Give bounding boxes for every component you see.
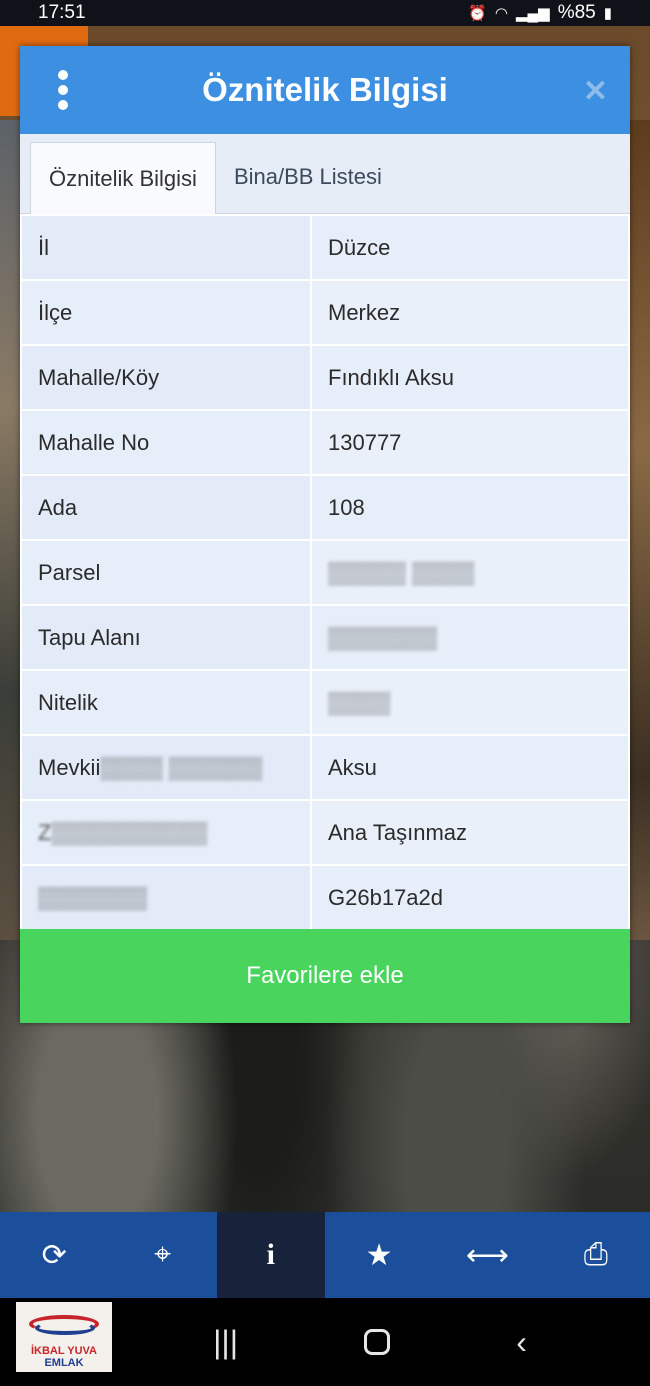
back-icon[interactable]: ‹ <box>516 1324 527 1361</box>
row-value: Düzce <box>310 214 630 281</box>
row-value: 130777 <box>310 409 630 476</box>
row-value: Ana Taşınmaz <box>310 799 630 866</box>
recent-apps-icon[interactable]: ||| <box>213 1324 238 1361</box>
row-key: Mevkii▒▒▒▒ ▒▒▒▒▒▒ <box>20 734 312 801</box>
row-value: G26b17a2d <box>310 864 630 931</box>
logo-line1: İKBAL YUVA <box>30 1345 97 1357</box>
table-row: Tapu Alanı ▒▒▒▒▒▒▒ <box>20 604 630 671</box>
print-icon[interactable]: ⎙ <box>542 1212 650 1298</box>
redacted-text: ▒▒▒▒▒▒▒ <box>38 884 148 910</box>
wifi-icon: ◠ <box>494 5 508 22</box>
row-value: 108 <box>310 474 630 541</box>
battery-icon: ▮ <box>603 5 612 22</box>
logo-line2: EMLAK <box>44 1357 84 1369</box>
map-edge-right <box>628 120 650 940</box>
redacted-text: ▒▒▒▒ ▒▒▒▒▒▒ <box>100 754 263 780</box>
more-vert-icon[interactable] <box>54 70 72 110</box>
row-key-redacted: Z▒▒▒▒▒▒▒▒▒▒ <box>20 799 312 866</box>
measure-icon[interactable]: ⟷ <box>433 1212 541 1298</box>
map-edge-left <box>0 120 22 940</box>
bottom-toolbar: ⟳ ⌖ i ★ ⟷ ⎙ <box>0 1212 650 1298</box>
home-icon[interactable] <box>364 1329 391 1355</box>
table-row: ▒▒▒▒▒▒▒ G26b17a2d <box>20 864 630 931</box>
battery-level: %85 <box>557 2 596 23</box>
table-row: İlçe Merkez <box>20 279 630 346</box>
redacted-text: Z▒▒▒▒▒▒▒▒▒▒ <box>38 819 208 845</box>
info-icon[interactable]: i <box>216 1212 325 1298</box>
row-key: İl <box>20 214 312 281</box>
table-row: Mahalle No 130777 <box>20 409 630 476</box>
status-icons: ⏰ ◠ ▂▄▆ %85 ▮ <box>468 2 612 24</box>
row-key: Mahalle No <box>20 409 312 476</box>
alarm-icon: ⏰ <box>468 5 487 22</box>
row-value: Merkez <box>310 279 630 346</box>
tab-bar: Öznitelik Bilgisi Bina/BB Listesi <box>20 134 630 214</box>
agency-logo: İKBAL YUVA EMLAK <box>16 1302 112 1372</box>
redacted-text: ▒▒▒▒▒▒▒ <box>328 624 438 650</box>
row-key: Nitelik <box>20 669 312 736</box>
dialog-title: Öznitelik Bilgisi <box>202 71 448 108</box>
row-value-redacted: ▒▒▒▒▒ ▒▒▒▒ <box>310 539 630 606</box>
row-value-redacted: ▒▒▒▒ <box>310 669 630 736</box>
row-value: Fındıklı Aksu <box>310 344 630 411</box>
row-key: Mahalle/Köy <box>20 344 312 411</box>
attribute-table: İl Düzce İlçe Merkez Mahalle/Köy Fındıkl… <box>20 214 630 931</box>
row-value: Aksu <box>310 734 630 801</box>
redacted-text: ▒▒▒▒▒ ▒▒▒▒ <box>328 559 475 585</box>
table-row: Ada 108 <box>20 474 630 541</box>
close-icon[interactable]: ✕ <box>583 74 608 109</box>
row-key: Parsel <box>20 539 312 606</box>
signal-icon: ▂▄▆ <box>516 5 550 22</box>
table-row: Nitelik ▒▒▒▒ <box>20 669 630 736</box>
table-row: Mahalle/Köy Fındıklı Aksu <box>20 344 630 411</box>
tab-attributes[interactable]: Öznitelik Bilgisi <box>30 142 216 214</box>
tab-building-list[interactable]: Bina/BB Listesi <box>216 141 400 213</box>
dialog-header: Öznitelik Bilgisi ✕ <box>20 46 630 134</box>
row-key: İlçe <box>20 279 312 346</box>
status-bar: 17:51 ⏰ ◠ ▂▄▆ %85 ▮ <box>0 0 650 26</box>
row-key-redacted: ▒▒▒▒▒▒▒ <box>20 864 312 931</box>
add-favorite-button[interactable]: Favorilere ekle <box>20 929 630 1023</box>
redacted-text: ▒▒▒▒ <box>328 689 391 715</box>
refresh-icon[interactable]: ⟳ <box>0 1212 108 1298</box>
table-row: Z▒▒▒▒▒▒▒▒▒▒ Ana Taşınmaz <box>20 799 630 866</box>
row-key: Ada <box>20 474 312 541</box>
row-value-redacted: ▒▒▒▒▒▒▒ <box>310 604 630 671</box>
table-row: Parsel ▒▒▒▒▒ ▒▒▒▒ <box>20 539 630 606</box>
crosshair-icon[interactable]: ⌖ <box>108 1212 216 1298</box>
star-icon[interactable]: ★ <box>325 1212 433 1298</box>
status-time: 17:51 <box>38 2 86 23</box>
table-row: İl Düzce <box>20 214 630 281</box>
row-key-text: Mevkii <box>38 754 101 780</box>
attribute-dialog: Öznitelik Bilgisi ✕ Öznitelik Bilgisi Bi… <box>20 46 630 1023</box>
logo-swoosh-icon <box>29 1309 99 1339</box>
table-row: Mevkii▒▒▒▒ ▒▒▒▒▒▒ Aksu <box>20 734 630 801</box>
row-key: Tapu Alanı <box>20 604 312 671</box>
